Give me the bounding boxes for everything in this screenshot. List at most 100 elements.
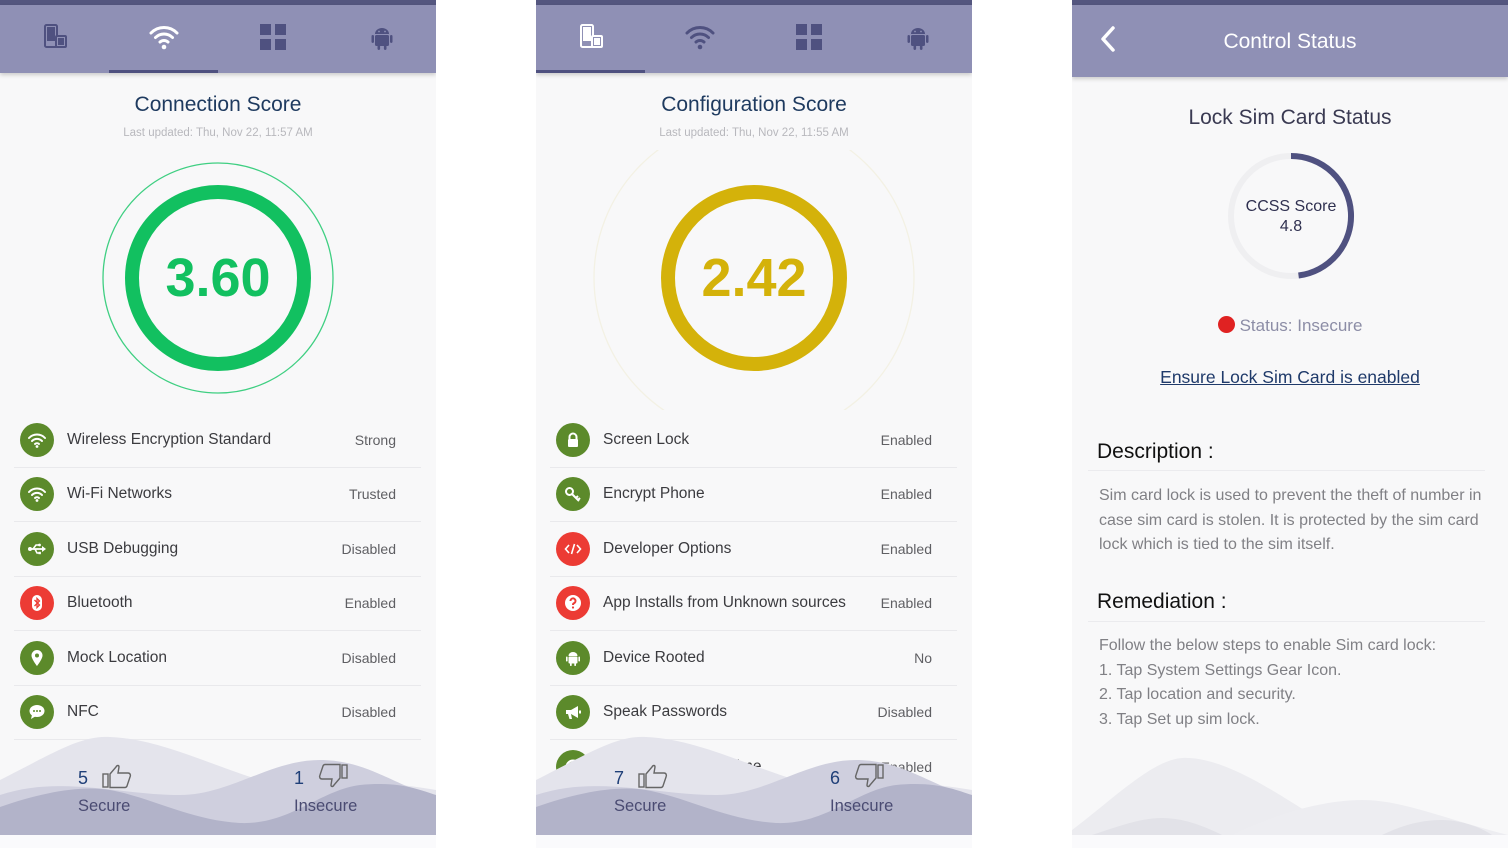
status-dot-icon <box>1217 316 1235 333</box>
item-label: Mock Location <box>67 648 167 666</box>
check-list: Wireless Encryption Standard Strong Wi-F… <box>14 413 421 740</box>
wifi-icon <box>684 21 716 58</box>
item-label: Wireless Encryption Standard <box>67 430 272 448</box>
list-item[interactable]: Screen Lock Enabled <box>550 413 957 468</box>
status-text: Status: Insecure <box>1239 316 1363 335</box>
item-value: Enabled <box>880 595 932 612</box>
connection-score-screen: Connection Score Last updated: Thu, Nov … <box>0 0 436 848</box>
summary-footer: 7 6 Secure Insecure <box>536 735 972 835</box>
apps-grid-icon <box>257 21 289 58</box>
android-icon <box>902 21 934 58</box>
control-status-screen: Control Status Lock Sim Card Status CCSS… <box>1072 0 1508 848</box>
item-value: Enabled <box>880 486 932 503</box>
item-label: Speak Passwords <box>603 703 728 721</box>
remediation-line: 3. Tap Set up sim lock. <box>1099 710 1260 728</box>
thumbs-up-icon <box>624 763 668 794</box>
item-value: Enabled <box>880 431 932 448</box>
secure-count-button[interactable]: 7 <box>614 763 668 794</box>
list-item[interactable]: Device Rooted No <box>550 631 957 686</box>
thumbs-down-icon <box>304 763 348 794</box>
list-item[interactable]: NFC Disabled <box>14 686 421 740</box>
wave-decoration <box>0 736 436 835</box>
android-icon <box>556 640 590 675</box>
tab-device-config[interactable] <box>0 5 109 73</box>
description-text: Sim card lock is used to prevent the the… <box>1099 487 1482 554</box>
configuration-score-screen: Configuration Score Last updated: Thu, N… <box>536 0 972 848</box>
ensure-control-link[interactable]: Ensure Lock Sim Card is enabled <box>1072 367 1508 388</box>
status-indicator: Status: Insecure <box>1072 316 1508 336</box>
item-label: Encrypt Phone <box>603 485 705 503</box>
tab-apps[interactable] <box>754 5 863 73</box>
list-item[interactable]: Wireless Encryption Standard Strong <box>14 413 421 468</box>
list-item[interactable]: App Installs from Unknown sources Enable… <box>550 577 957 631</box>
last-updated: Last updated: Thu, Nov 22, 11:57 AM <box>123 127 313 139</box>
item-label: Bluetooth <box>67 594 133 612</box>
list-item[interactable]: USB Debugging Disabled <box>14 522 421 577</box>
tab-device-config[interactable] <box>536 5 645 73</box>
score-value: 3.60 <box>165 248 271 308</box>
list-item[interactable]: Encrypt Phone Enabled <box>550 468 957 522</box>
tab-connection[interactable] <box>645 5 754 73</box>
last-updated: Last updated: Thu, Nov 22, 11:55 AM <box>659 127 849 139</box>
bottom-strip <box>536 835 972 848</box>
description-title: Description : <box>1097 440 1214 463</box>
insecure-label: Insecure <box>830 797 894 815</box>
ccss-score-gauge: CCSS Score 4.8 <box>1227 152 1355 280</box>
devices-icon <box>39 21 71 58</box>
secure-label: Secure <box>78 797 131 815</box>
tab-connection[interactable] <box>109 5 218 73</box>
thumbs-up-icon <box>88 763 132 794</box>
item-label: USB Debugging <box>67 539 179 557</box>
remediation-divider <box>1088 621 1485 622</box>
score-title: Configuration Score <box>661 93 847 116</box>
wave-decoration <box>1072 757 1508 835</box>
secure-count: 7 <box>614 768 625 788</box>
score-gauge: 2.42 <box>536 150 972 410</box>
apps-grid-icon <box>793 21 825 58</box>
bottom-strip <box>1072 835 1508 848</box>
list-item[interactable]: Wi-Fi Networks Trusted <box>14 468 421 522</box>
secure-count-button[interactable]: 5 <box>78 763 132 794</box>
item-label: Wi-Fi Networks <box>67 485 173 503</box>
item-value: Trusted <box>349 486 396 503</box>
app-bar <box>0 5 436 73</box>
item-value: No <box>914 649 932 666</box>
item-label: Device Rooted <box>603 648 705 666</box>
list-item[interactable]: Bluetooth Enabled <box>14 577 421 631</box>
wifi-icon <box>148 21 180 58</box>
lock-icon <box>556 422 590 457</box>
score-value: 2.42 <box>701 248 807 308</box>
remediation-line: Follow the below steps to enable Sim car… <box>1099 637 1437 654</box>
list-item[interactable]: Speak Passwords Disabled <box>550 686 957 740</box>
score-title: Connection Score <box>134 93 302 116</box>
item-value: Disabled <box>341 704 396 721</box>
tab-bar <box>536 5 972 73</box>
description-divider <box>1088 470 1485 471</box>
item-value: Disabled <box>341 649 396 666</box>
item-label: App Installs from Unknown sources <box>603 594 846 612</box>
insecure-count: 1 <box>294 768 305 788</box>
item-value: Strong <box>354 431 396 448</box>
insecure-count-button[interactable]: 6 <box>830 763 884 794</box>
tab-apps[interactable] <box>218 5 327 73</box>
megaphone-icon <box>556 695 590 730</box>
list-item[interactable]: Developer Options Enabled <box>550 522 957 577</box>
wave-decoration <box>536 736 972 835</box>
ccss-text: CCSS Score 4.8 <box>1227 197 1355 237</box>
devices-icon <box>575 21 607 58</box>
wifi-icon <box>20 477 54 512</box>
wifi-icon <box>20 422 54 457</box>
location-pin-icon <box>20 640 54 675</box>
tab-android[interactable] <box>863 5 972 73</box>
item-value: Enabled <box>880 540 932 557</box>
tab-android[interactable] <box>327 5 436 73</box>
remediation-line: 1. Tap System Settings Gear Icon. <box>1099 661 1342 679</box>
bottom-strip <box>0 835 436 848</box>
secure-label: Secure <box>614 797 667 815</box>
app-bar: Control Status <box>1072 5 1508 77</box>
key-icon <box>556 477 590 512</box>
list-item[interactable]: Mock Location Disabled <box>14 631 421 686</box>
insecure-count-button[interactable]: 1 <box>294 763 348 794</box>
item-label: Developer Options <box>603 539 732 557</box>
usb-icon <box>20 531 54 566</box>
